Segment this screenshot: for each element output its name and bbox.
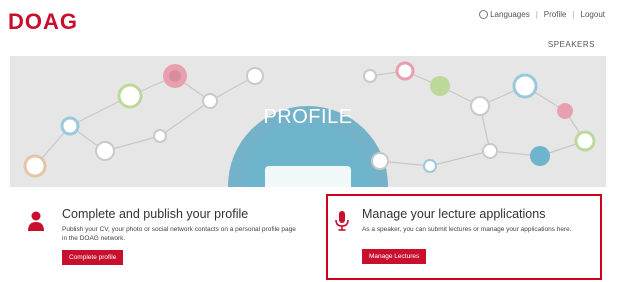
divider: | [535,10,538,19]
microphone-icon [335,211,349,231]
page-title: PROFILE [263,106,353,128]
profile-card: Complete and publish your profile Publis… [10,192,310,280]
logout-link[interactable]: Logout [581,10,605,19]
site-header: DOAG Languages | Profile | Logout SPEAKE… [0,0,617,56]
profile-banner: PROFILE [10,56,606,187]
globe-icon [479,10,489,19]
complete-profile-button[interactable]: Complete profile [62,250,124,265]
card-description: As a speaker, you can submit lectures or… [362,226,572,233]
manage-lectures-button[interactable]: Manage Lectures [362,249,427,264]
nav-speakers[interactable]: SPEAKERS [548,40,595,49]
divider: | [572,10,575,19]
languages-link[interactable]: Languages [490,10,530,19]
profile-link[interactable]: Profile [544,10,567,19]
doag-logo[interactable]: DOAG [8,9,78,35]
lectures-card: Manage your lecture applications As a sp… [326,194,602,280]
user-icon [28,211,44,231]
top-links: Languages | Profile | Logout [479,10,605,19]
card-title: Complete and publish your profile [62,207,249,221]
card-title: Manage your lecture applications [362,207,546,221]
card-description: Publish your CV, your photo or social ne… [62,226,296,242]
